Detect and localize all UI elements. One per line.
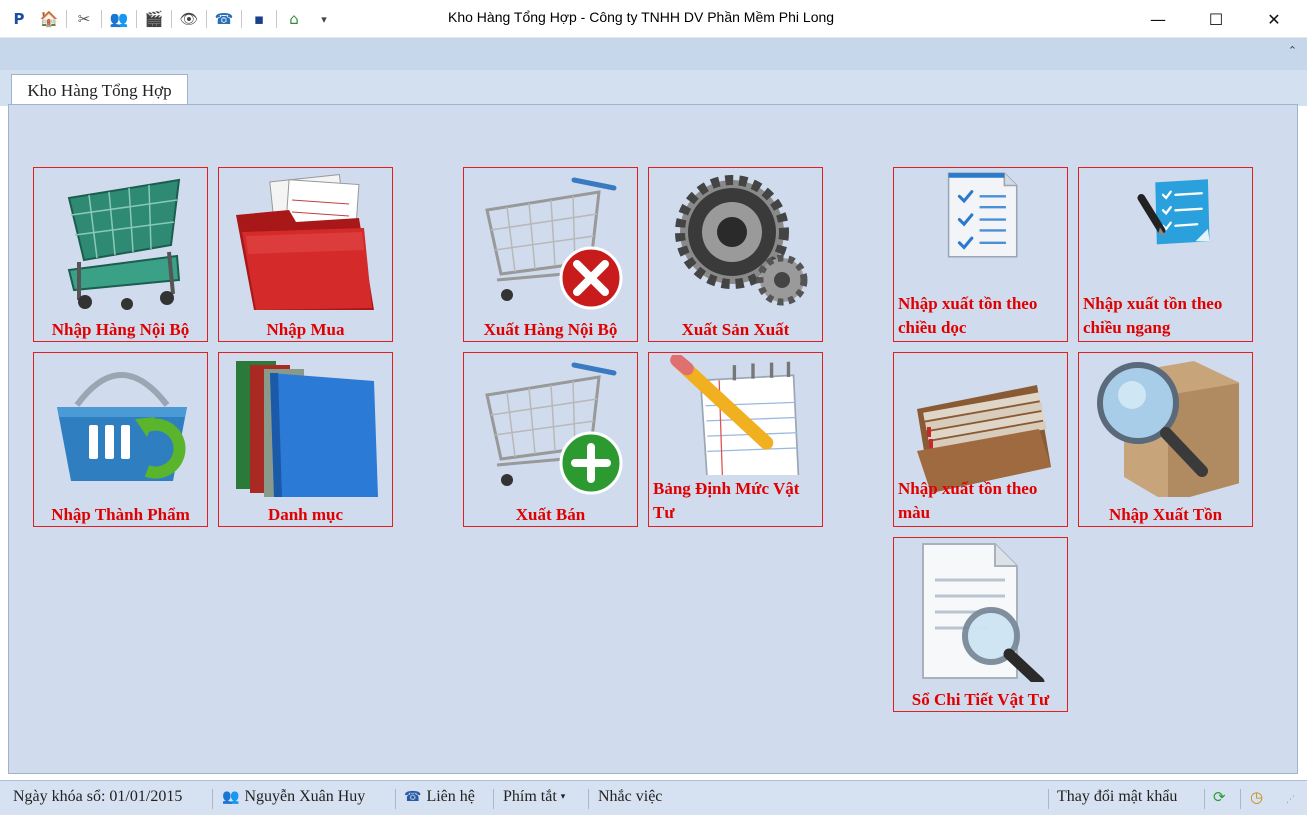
tile-bang-dinh-muc-vat-tu[interactable]: Bảng Định Mức Vật Tư: [648, 352, 823, 527]
contact-label: Liên hệ: [426, 788, 475, 805]
current-user-name: Nguyễn Xuân Huy: [244, 788, 366, 805]
status-separator: [212, 789, 213, 809]
tile-label: Nhập xuất tồn theo chiều ngang: [1083, 294, 1223, 337]
tile-label: Nhập Xuất Tồn: [1108, 505, 1223, 524]
title-bar: P 🏠 ✂ 👥 🎬 👁 ☎ ▪ ⌂ ▾ Kho Hàng Tổng Hợp - …: [0, 0, 1307, 38]
tile-nhap-mua[interactable]: Nhập Mua: [218, 167, 393, 342]
toolbar-separator: [241, 10, 242, 28]
status-separator: [395, 789, 396, 809]
reminders-button[interactable]: Nhắc việc: [598, 788, 662, 806]
maximize-button[interactable]: ☐: [1187, 0, 1245, 38]
status-separator: [588, 789, 589, 809]
status-separator: [1204, 789, 1205, 809]
status-bar: Ngày khóa sổ: 01/01/2015 👥 Nguyễn Xuân H…: [0, 780, 1307, 815]
tile-danh-muc[interactable]: Danh mục: [218, 352, 393, 527]
toolbar-separator: [101, 10, 102, 28]
file-folder-icon: [917, 385, 1051, 493]
tile-label: Nhập Hàng Nội Bộ: [51, 320, 190, 339]
eye-icon[interactable]: 👁: [178, 8, 200, 30]
clock-icon[interactable]: ◷: [1250, 788, 1263, 806]
gears-icon: [675, 175, 808, 306]
change-password-button[interactable]: Thay đổi mật khẩu: [1057, 788, 1177, 806]
books-icon: [236, 361, 378, 497]
app-logo-icon[interactable]: P: [8, 8, 30, 30]
tile-so-chi-tiet-vat-tu[interactable]: Sổ Chi Tiết Vật Tư: [893, 537, 1068, 712]
document-tab-bar: Kho Hàng Tổng Hợp: [0, 70, 1307, 106]
phone-icon[interactable]: ☎: [213, 8, 235, 30]
shopping-cart-green-icon: [67, 178, 181, 310]
red-folder-icon: [236, 174, 374, 310]
chevron-down-icon: ▾: [560, 792, 566, 802]
toolbar-separator: [276, 10, 277, 28]
quick-access-toolbar: P 🏠 ✂ 👥 🎬 👁 ☎ ▪ ⌂ ▾: [4, 6, 339, 32]
tile-label: Nhập xuất tồn theo chiều dọc: [898, 294, 1038, 337]
house-icon[interactable]: ⌂: [283, 8, 305, 30]
tile-label: Bảng Định Mức Vật Tư: [653, 479, 800, 522]
status-separator: [493, 789, 494, 809]
tile-nhap-xuat-ton-chieu-doc[interactable]: Nhập xuất tồn theo chiều dọc: [893, 167, 1068, 342]
tab-kho-hang-tong-hop[interactable]: Kho Hàng Tổng Hợp: [11, 74, 188, 106]
tile-xuat-san-xuat[interactable]: Xuất Sản Xuất: [648, 167, 823, 342]
toolbar-separator: [136, 10, 137, 28]
current-user-button[interactable]: 👥 Nguyễn Xuân Huy: [222, 788, 365, 806]
status-separator: [1048, 789, 1049, 809]
tile-label: Danh mục: [267, 505, 344, 524]
tile-nhap-xuat-ton[interactable]: Nhập Xuất Tồn: [1078, 352, 1253, 527]
phone-icon: ☎: [404, 789, 422, 805]
tile-label: Xuất Sản Xuất: [681, 320, 790, 339]
tile-label: Nhập xuất tồn theo màu: [898, 479, 1038, 522]
cart-remove-icon: [485, 177, 623, 310]
collapse-ribbon-icon[interactable]: ⌃: [1288, 44, 1297, 57]
status-separator: [1240, 789, 1241, 809]
checklist-pen-icon: [1137, 179, 1210, 245]
cart-add-icon: [485, 362, 623, 495]
tile-xuat-ban[interactable]: Xuất Bán: [463, 352, 638, 527]
box-magnifier-icon: [1097, 361, 1239, 497]
refresh-icon[interactable]: ⟳: [1213, 788, 1226, 806]
ribbon-strip: ⌃: [0, 38, 1307, 70]
minimize-button[interactable]: —: [1129, 0, 1187, 38]
toolbar-separator: [66, 10, 67, 28]
customize-toolbar-icon[interactable]: ▾: [313, 8, 335, 30]
home-icon[interactable]: 🏠: [38, 8, 60, 30]
tile-label: Sổ Chi Tiết Vật Tư: [911, 690, 1050, 709]
toolbar-separator: [206, 10, 207, 28]
tile-xuat-hang-noi-bo[interactable]: Xuất Hàng Nội Bộ: [463, 167, 638, 342]
tile-label: Nhập Mua: [266, 320, 345, 339]
toolbar-separator: [171, 10, 172, 28]
window-icon[interactable]: ▪: [248, 8, 270, 30]
shortcuts-dropdown[interactable]: Phím tắt ▾: [503, 788, 565, 806]
lock-date-text: Ngày khóa sổ: 01/01/2015: [13, 788, 183, 805]
user-icon: 👥: [222, 789, 240, 805]
tile-nhap-hang-noi-bo[interactable]: Nhập Hàng Nội Bộ: [33, 167, 208, 342]
tile-nhap-xuat-ton-theo-mau[interactable]: Nhập xuất tồn theo màu: [893, 352, 1068, 527]
tile-nhap-xuat-ton-chieu-ngang[interactable]: Nhập xuất tồn theo chiều ngang: [1078, 167, 1253, 342]
shortcuts-label: Phím tắt: [503, 788, 557, 805]
checklist-document-icon: [947, 172, 1018, 258]
document-search-icon: [922, 543, 1045, 682]
notepad-pencil-icon: [670, 355, 800, 475]
tools-icon[interactable]: ✂: [73, 8, 95, 30]
tile-label: Nhập Thành Phẩm: [51, 505, 190, 524]
tile-label: Xuất Hàng Nội Bộ: [483, 320, 618, 339]
tile-panel: Nhập Hàng Nội Bộ Nhập Mua Xuất Hàng Nội …: [8, 104, 1298, 774]
window-title: Kho Hàng Tổng Hợp - Công ty TNHH DV Phần…: [448, 9, 835, 25]
contact-button[interactable]: ☎ Liên hệ: [404, 788, 475, 806]
tile-label: Xuất Bán: [515, 505, 586, 524]
clapper-icon[interactable]: 🎬: [143, 8, 165, 30]
resize-grip-icon[interactable]: ⋰: [1286, 795, 1295, 805]
basket-refresh-icon: [57, 372, 187, 481]
tile-nhap-thanh-pham[interactable]: Nhập Thành Phẩm: [33, 352, 208, 527]
close-button[interactable]: ✕: [1245, 0, 1303, 38]
users-icon[interactable]: 👥: [108, 8, 130, 30]
